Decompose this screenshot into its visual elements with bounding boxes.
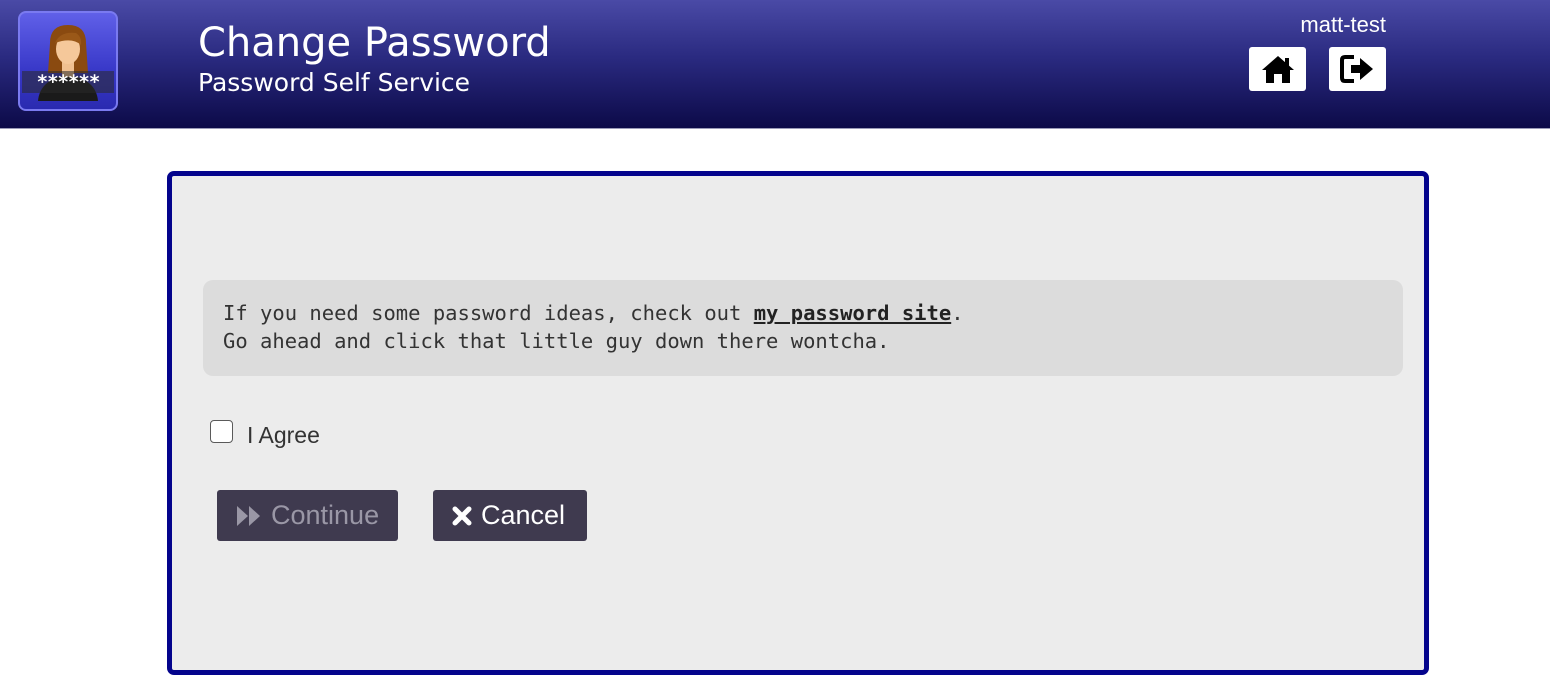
username-label: matt-test — [1300, 12, 1386, 37]
app-header: ****** Change Password Password Self Ser… — [0, 0, 1550, 129]
cancel-label: Cancel — [481, 500, 566, 530]
agree-row: I Agree — [210, 412, 320, 450]
password-site-link[interactable]: my password site — [754, 301, 951, 325]
cancel-button[interactable]: Cancel — [433, 490, 587, 541]
logout-button[interactable] — [1329, 47, 1386, 91]
home-icon — [1260, 53, 1296, 85]
user-password-logo-icon: ****** — [18, 11, 118, 111]
page-subtitle: Password Self Service — [198, 68, 471, 97]
agree-checkbox[interactable] — [210, 419, 233, 443]
continue-label: Continue — [271, 500, 380, 530]
home-button[interactable] — [1249, 47, 1306, 91]
message-prefix: If you need some password ideas, check o… — [223, 301, 754, 325]
agree-label[interactable]: I Agree — [247, 420, 320, 450]
close-icon — [452, 506, 472, 526]
logout-icon — [1339, 53, 1376, 85]
message-line2: Go ahead and click that little guy down … — [223, 329, 890, 353]
logo-password-text: ****** — [37, 71, 100, 93]
continue-button[interactable]: Continue — [217, 490, 398, 541]
main-panel: If you need some password ideas, check o… — [167, 171, 1429, 675]
message-suffix: . — [951, 301, 964, 325]
page-title: Change Password — [198, 20, 551, 66]
fast-forward-icon — [236, 504, 262, 528]
info-message: If you need some password ideas, check o… — [203, 280, 1403, 376]
